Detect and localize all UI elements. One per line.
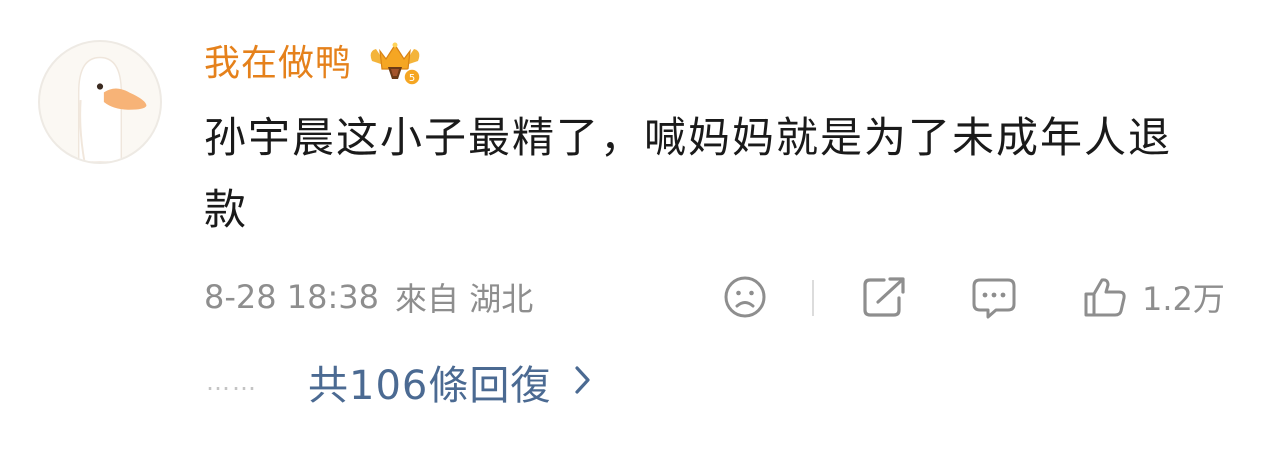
chevron-right-icon [573,364,593,400]
share-button[interactable] [860,272,908,322]
action-divider [812,280,814,316]
comment-button[interactable] [970,272,1018,322]
comment-date: 8-28 18:38 [204,278,380,316]
replies-label[interactable]: 共106條回復 [308,353,551,411]
crown-badge-icon[interactable]: 5 [366,39,424,89]
comment-location: 來自 湖北 [395,280,534,318]
username[interactable]: 我在做鸭 [204,38,352,90]
replies-dots: …… [206,368,258,396]
sad-face-icon [724,276,766,318]
comment-meta: 8-28 18:38 來自 湖北 [204,272,533,322]
like-count: 1.2万 [1142,280,1225,318]
comment-icon [972,278,1016,319]
thumbs-up-icon [1084,278,1126,317]
view-replies[interactable]: …… 共106條回復 [206,354,593,410]
comment-text: 孙宇晨这小子最精了，喊妈妈就是为了未成年人退款 [204,113,1173,234]
username-row: 我在做鸭 5 [204,38,424,90]
avatar[interactable] [38,40,162,164]
goose-avatar-icon [77,56,147,162]
comment-card: 我在做鸭 5 孙宇晨这小子最精了，喊妈妈就是为了未成年人退款 8-28 18:3… [0,0,1280,450]
svg-text:5: 5 [409,73,415,84]
share-icon [863,277,905,317]
dislike-button[interactable] [722,272,768,322]
like-button[interactable]: 1.2万 [1082,272,1225,322]
